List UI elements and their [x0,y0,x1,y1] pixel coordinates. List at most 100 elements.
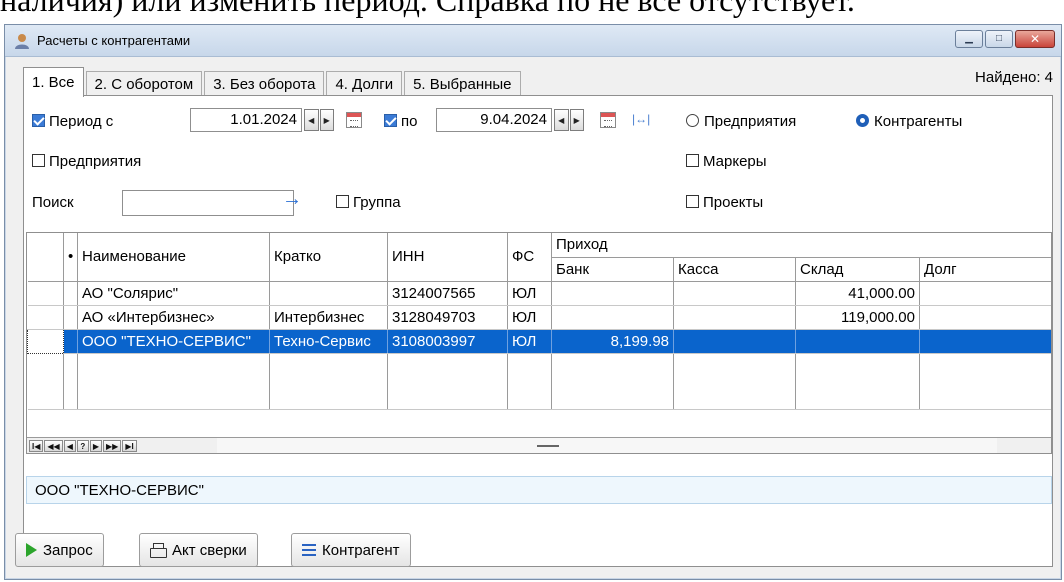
selected-record-status: ООО "ТЕХНО-СЕРВИС" [26,476,1052,504]
enterprises-checkbox[interactable]: Предприятия [32,153,141,170]
cell-name[interactable]: АО "Солярис" [77,281,270,306]
reconciliation-act-button[interactable]: Акт сверки [139,533,258,567]
cell-name[interactable]: АО «Интербизнес» [77,305,270,330]
spin-left-icon[interactable]: ◀ [554,109,569,131]
checkbox-empty-icon [32,154,45,167]
cell-short[interactable] [269,281,388,306]
spin-left-icon[interactable]: ◀ [304,109,319,131]
record-navigator: I◀ ◀◀ ◀ ? ▶ ▶▶ ▶I [27,437,1051,453]
cell-inn[interactable]: 3108003997 [387,329,508,354]
prev-page-icon[interactable]: ◀◀ [44,439,63,452]
cell-bank[interactable] [551,305,674,330]
checkbox-checked-icon [32,114,45,127]
radio-counterparties[interactable]: Контрагенты [856,113,962,130]
group-checkbox[interactable]: Группа [336,194,401,211]
column-header-warehouse[interactable]: Склад [795,257,920,282]
last-record-icon[interactable]: ▶I [122,439,137,452]
tab-with-turnover[interactable]: 2. С оборотом [85,71,203,97]
search-label: Поиск [32,194,74,211]
cell-name[interactable]: ООО "ТЕХНО-СЕРВИС" [77,329,270,354]
tab-selected[interactable]: 5. Выбранные [404,71,521,97]
title-bar[interactable]: Расчеты с контрагентами ▁ □ ✕ [5,25,1061,57]
cell-debt[interactable] [919,305,1051,330]
next-page-icon[interactable]: ▶▶ [103,439,122,452]
minimize-button[interactable]: ▁ [955,30,983,48]
column-header-cash[interactable]: Касса [673,257,796,282]
counterparty-table: • Наименование Кратко ИНН ФС Приход Банк… [26,232,1052,454]
cell-inn[interactable]: 3128049703 [387,305,508,330]
column-header-bank[interactable]: Банк [551,257,674,282]
table-row[interactable]: АО «Интербизнес» Интербизнес 3128049703 … [27,305,1051,330]
cell-inn[interactable]: 3124007565 [387,281,508,306]
column-group-income: Приход [551,233,1051,258]
cell-cash[interactable] [673,281,796,306]
counterparty-button[interactable]: Контрагент [291,533,411,567]
checkbox-checked-icon [384,114,397,127]
cell-warehouse[interactable] [795,329,920,354]
calendar-icon[interactable] [600,112,616,128]
table-row-selected[interactable]: ООО "ТЕХНО-СЕРВИС" Техно-Сервис 31080039… [27,328,1051,354]
prev-record-icon[interactable]: ◀ [63,439,76,452]
tab-strip: 1. Все 2. С оборотом 3. Без оборота 4. Д… [23,67,523,97]
cell-debt[interactable] [919,281,1051,306]
column-header-name[interactable]: Наименование [77,233,270,282]
users-icon [15,34,29,49]
cell-fs[interactable]: ЮЛ [507,305,552,330]
cell-short[interactable]: Техно-Сервис [269,329,388,354]
period-to-checkbox[interactable]: по [384,113,417,130]
table-row[interactable]: АО "Солярис" 3124007565 ЮЛ 41,000.00 [27,281,1051,306]
cell-warehouse[interactable]: 119,000.00 [795,305,920,330]
period-to-input[interactable]: 9.04.2024 [436,108,552,132]
tab-debts[interactable]: 4. Долги [326,71,403,97]
cell-bank[interactable] [551,281,674,306]
cell-warehouse[interactable]: 41,000.00 [795,281,920,306]
column-header-inn[interactable]: ИНН [387,233,508,282]
maximize-button[interactable]: □ [985,30,1013,48]
checkbox-empty-icon [336,195,349,208]
column-header-debt[interactable]: Долг [919,257,1051,282]
tab-panel: Период с 1.01.2024 ◀ ▶ по 9.04.2024 ◀ ▶ |↔… [23,95,1053,567]
counterparty-settlements-window: Расчеты с контрагентами ▁ □ ✕ 1. Все 2. … [4,24,1062,580]
cell-short[interactable]: Интербизнес [269,305,388,330]
column-header-marker[interactable]: • [63,233,78,282]
found-count: Найдено: 4 [975,69,1053,86]
spin-right-icon[interactable]: ▶ [319,109,334,131]
printer-icon [150,543,167,558]
find-record-icon[interactable]: ? [76,439,89,452]
projects-checkbox[interactable]: Проекты [686,194,763,211]
scroll-grip-icon [537,445,559,447]
spin-right-icon[interactable]: ▶ [569,109,584,131]
cell-cash[interactable] [673,329,796,354]
window-title: Расчеты с контрагентами [37,33,191,48]
cell-bank[interactable]: 8,199.98 [551,329,674,354]
cell-fs[interactable]: ЮЛ [507,329,552,354]
column-header-short[interactable]: Кратко [269,233,388,282]
query-button[interactable]: Запрос [15,533,104,567]
search-input[interactable] [122,190,294,216]
tab-all[interactable]: 1. Все [23,67,84,97]
horizontal-scrollbar[interactable] [217,438,997,453]
close-button[interactable]: ✕ [1015,30,1055,48]
markers-checkbox[interactable]: Маркеры [686,153,767,170]
period-from-input[interactable]: 1.01.2024 [190,108,302,132]
radio-on-icon [856,114,869,127]
cell-debt[interactable] [919,329,1051,354]
period-from-checkbox[interactable]: Период с [32,113,113,130]
checkbox-empty-icon [686,154,699,167]
cell-cash[interactable] [673,305,796,330]
arrow-right-icon[interactable]: → [282,188,302,211]
column-header-fs[interactable]: ФС [507,233,552,282]
row-indicator-header [27,233,64,282]
expand-range-icon[interactable]: |↔| [632,112,650,126]
first-record-icon[interactable]: I◀ [29,439,44,452]
cell-fs[interactable]: ЮЛ [507,281,552,306]
calendar-icon[interactable] [346,112,362,128]
period-to-spinner[interactable]: ◀ ▶ [554,109,584,131]
tab-without-turnover[interactable]: 3. Без оборота [204,71,325,97]
radio-enterprises[interactable]: Предприятия [686,113,796,130]
play-icon [26,543,37,557]
table-row-empty [27,353,1051,410]
next-record-icon[interactable]: ▶ [89,439,102,452]
checkbox-empty-icon [686,195,699,208]
period-from-spinner[interactable]: ◀ ▶ [304,109,334,131]
